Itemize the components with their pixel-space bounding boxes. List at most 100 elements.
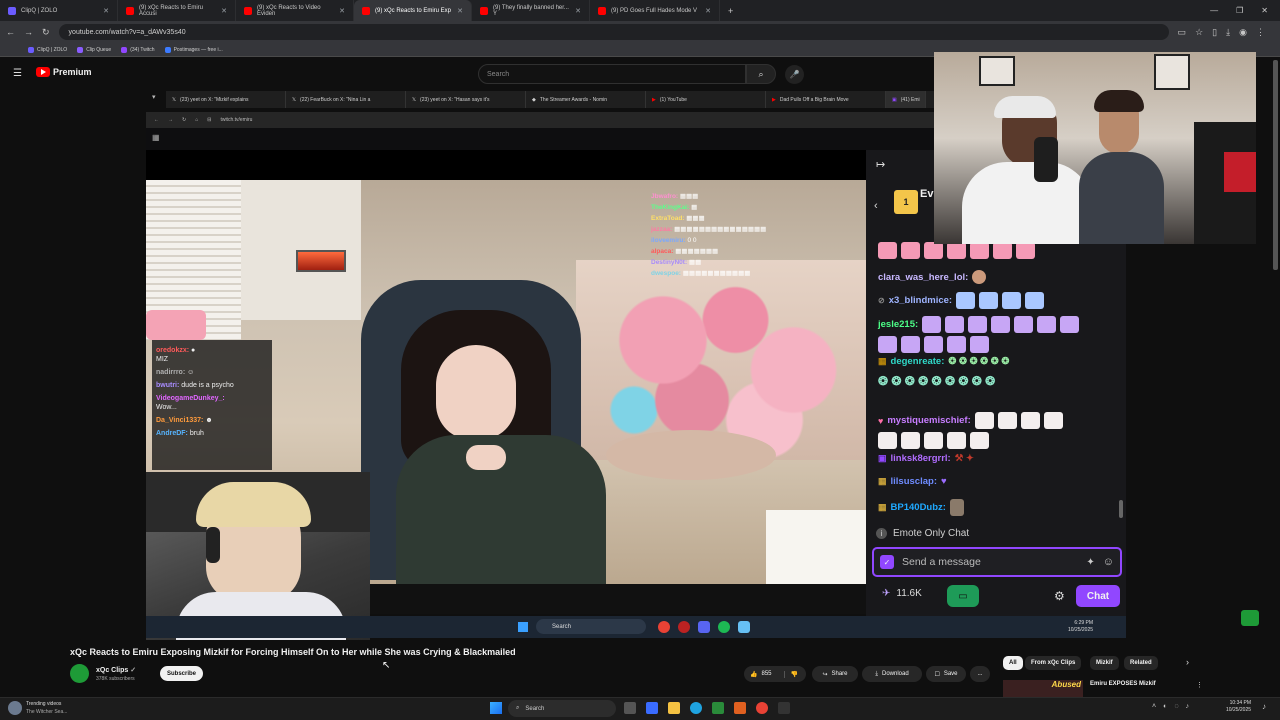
chevron-right-icon[interactable]: ›: [1186, 657, 1189, 667]
download-button[interactable]: ⤓ Download: [862, 666, 922, 682]
chat-username[interactable]: linksk8ergrrl:: [891, 453, 951, 464]
subscribe-button[interactable]: Subscribe: [160, 666, 203, 681]
home-icon[interactable]: ⌂: [195, 117, 198, 123]
address-bar[interactable]: youtube.com/watch?v=a_dAWv35s40: [58, 24, 1169, 40]
close-icon[interactable]: ✕: [705, 7, 711, 15]
install-icon[interactable]: ▭: [1178, 27, 1187, 38]
more-actions-button[interactable]: ...: [970, 666, 990, 682]
inner-tab[interactable]: 𝕏 (22) FearBuck on X: "Nina Lin a: [286, 91, 406, 108]
profile-icon[interactable]: ◉: [1239, 27, 1247, 38]
inner-tab[interactable]: 𝕏 (23) yeet on X: "Hasan says it's: [406, 91, 526, 108]
save-button[interactable]: ☐ Save: [926, 666, 966, 682]
chat-input[interactable]: ✓ Send a message ✦ ☺: [872, 547, 1122, 577]
tab-list-icon[interactable]: ▾: [152, 93, 156, 101]
close-icon[interactable]: ✕: [457, 7, 463, 15]
inner-tab-active[interactable]: ▣ (41) Emi: [886, 91, 926, 108]
volume-icon[interactable]: ♪: [1186, 703, 1190, 710]
search-icon[interactable]: ⌕: [746, 64, 776, 84]
windows-start-icon[interactable]: [518, 622, 528, 632]
sparkle-icon[interactable]: ✦: [1086, 557, 1094, 568]
close-icon[interactable]: ✕: [575, 7, 581, 15]
back-icon[interactable]: ←: [6, 27, 15, 37]
forward-icon[interactable]: →: [168, 117, 173, 123]
chevron-up-icon[interactable]: ˄: [1152, 703, 1156, 710]
browser-tab[interactable]: ClipQ | ZOLO ✕: [0, 0, 118, 21]
search-input[interactable]: Search: [478, 64, 746, 84]
maximize-icon[interactable]: ❐: [1236, 6, 1243, 15]
chat-scrollbar[interactable]: [1119, 500, 1123, 518]
forward-icon[interactable]: →: [24, 27, 33, 37]
menu-icon[interactable]: ⋮: [1256, 27, 1265, 38]
new-tab-button[interactable]: +: [720, 6, 733, 16]
chat-username[interactable]: mystiquemischief:: [887, 415, 970, 426]
browser-tab[interactable]: (9) xQc Reacts to Emiru Accusi ✕: [118, 0, 236, 21]
page-scrollbar[interactable]: [1273, 60, 1278, 270]
close-icon[interactable]: ✕: [103, 7, 109, 15]
chat-send-button[interactable]: Chat: [1076, 585, 1120, 607]
chat-username[interactable]: jesle215:: [878, 319, 918, 330]
apps-grid-icon[interactable]: ▦: [152, 133, 160, 142]
browser-tab[interactable]: (9) They finally banned her... Y ✕: [472, 0, 590, 21]
channel-name[interactable]: xQc Clips ✓: [96, 666, 136, 674]
share-button[interactable]: ↪ Share: [812, 666, 858, 682]
bookmark-item[interactable]: Postimages — free i...: [164, 46, 223, 53]
points-reward-button[interactable]: ▭: [947, 585, 979, 607]
chrome-icon[interactable]: [658, 621, 670, 633]
minimize-icon[interactable]: —: [1210, 6, 1218, 15]
sidebar-icon[interactable]: ▯: [1212, 27, 1217, 38]
inner-taskbar-search[interactable]: Search: [536, 619, 646, 634]
chat-username[interactable]: clara_was_here_lol:: [878, 272, 968, 283]
bookmark-item[interactable]: (34) Twitch: [121, 46, 155, 53]
chat-username[interactable]: lilsusclap:: [891, 476, 937, 487]
related-video-title[interactable]: Emiru EXPOSES Mizkif: [1090, 681, 1156, 687]
close-icon[interactable]: ✕: [339, 7, 345, 15]
reload-icon[interactable]: ↻: [182, 117, 186, 123]
thumbs-up-icon[interactable]: 👍: [750, 671, 757, 678]
settings-gear-icon[interactable]: ⚙: [1054, 589, 1065, 603]
related-video-thumbnail[interactable]: Abused: [1003, 680, 1083, 697]
spotify-icon[interactable]: [718, 621, 730, 633]
chat-username[interactable]: BP140Dubz:: [891, 502, 946, 513]
taskbar-clock[interactable]: 10:34 PM 10/25/2025: [1226, 700, 1251, 714]
discord-icon[interactable]: [698, 621, 710, 633]
chat-username[interactable]: x3_blindmice:: [889, 295, 952, 306]
inner-tab[interactable]: ▶ Dad Pulls Off a Big Brain Move: [766, 91, 886, 108]
like-count[interactable]: 855: [761, 671, 771, 677]
browser-tab[interactable]: (9) xQc Reacts to Video Eviden ✕: [236, 0, 354, 21]
thumbs-down-icon[interactable]: 👎: [783, 670, 798, 678]
capcut-icon[interactable]: [778, 702, 790, 714]
channel-avatar[interactable]: [70, 664, 89, 683]
task-view-icon[interactable]: [624, 702, 636, 714]
bookmark-item[interactable]: Clip Queue: [77, 46, 111, 53]
chip-mizkif[interactable]: Mizkif: [1090, 656, 1119, 670]
download-icon[interactable]: ⤓: [1226, 27, 1230, 38]
inner-tab[interactable]: ▶ (1) YouTube: [646, 91, 766, 108]
notification-bell-icon[interactable]: ♪: [1262, 702, 1266, 711]
bookmark-star-icon[interactable]: ☆: [1195, 27, 1203, 38]
store-icon[interactable]: [712, 702, 724, 714]
close-icon[interactable]: ✕: [221, 7, 227, 15]
back-icon[interactable]: ←: [154, 117, 159, 123]
collapse-chat-icon[interactable]: ↦: [876, 158, 885, 171]
chrome-icon[interactable]: [756, 702, 768, 714]
inner-url-text[interactable]: twitch.tv/emiru: [220, 117, 252, 123]
chip-from-channel[interactable]: From xQc Clips: [1025, 656, 1082, 670]
app-icon[interactable]: [678, 621, 690, 633]
weather-widget-icon[interactable]: [8, 701, 22, 715]
chip-all[interactable]: All: [1003, 656, 1023, 670]
reload-icon[interactable]: ↻: [42, 27, 50, 38]
browser-tab[interactable]: (9) PD Goes Full Hades Mode V ✕: [590, 0, 720, 21]
window-close-icon[interactable]: ✕: [1261, 6, 1268, 15]
chat-username[interactable]: degenreate:: [891, 356, 945, 367]
emote-picker-icon[interactable]: ☺: [1103, 556, 1114, 568]
bookmark-item[interactable]: ClipQ | ZOLO: [28, 46, 67, 53]
more-options-icon[interactable]: ⋮: [1196, 681, 1203, 689]
steam-icon[interactable]: [738, 621, 750, 633]
edge-icon[interactable]: [690, 702, 702, 714]
channel-points[interactable]: ✈ 11.6K: [882, 588, 922, 599]
hamburger-menu-icon[interactable]: ☰: [13, 68, 22, 79]
app-icon[interactable]: [734, 702, 746, 714]
browser-tab-active[interactable]: (9) xQc Reacts to Emiru Exp ✕: [354, 0, 472, 21]
taskbar-search[interactable]: ⌕ Search: [508, 700, 616, 717]
chevron-left-icon[interactable]: ‹: [874, 200, 878, 212]
